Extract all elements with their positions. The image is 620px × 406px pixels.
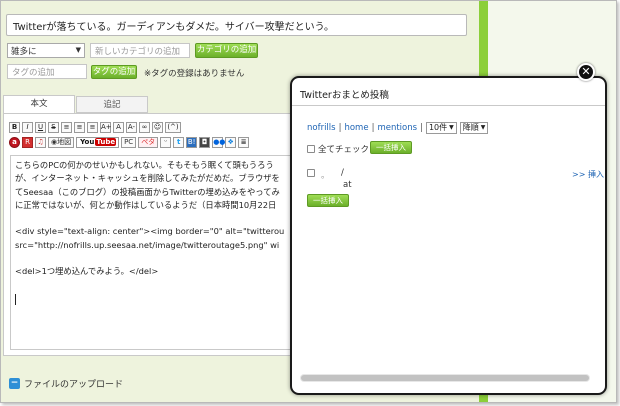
check-all-control[interactable]: 全てチェック (307, 143, 369, 155)
twitter-icon[interactable]: t (173, 137, 185, 148)
add-category-button[interactable]: カテゴリの追加 (195, 43, 258, 58)
text-line: が、インターネット・キャッシュを削除してみたがだめだ。ブラウザを (15, 173, 280, 184)
format-toolbar: B I U S ≡ ≡ ≡ A+ A A- ∞ ☺ (^) (9, 122, 181, 133)
order-selected-value: 降順 (462, 123, 479, 132)
map-button[interactable]: ◉地図 (48, 137, 75, 148)
filter-link-mentions[interactable]: mentions (377, 123, 417, 133)
text-line: src="http://nofrills.up.seesaa.net/image… (15, 239, 280, 250)
align-right-button[interactable]: ≡ (87, 122, 98, 133)
twitter-digest-dialog: Twitterおまとめ投稿 nofrills | home | mentions… (290, 76, 607, 395)
count-selected-value: 10件 (428, 123, 448, 132)
text-line: に正常ではないが、何とか動作はしているようだ（日本時間10月22日 (15, 199, 277, 210)
text-line: こちらのPCの何かのせいかもしれない。そもそもう眠くて頭もうろう (15, 160, 274, 170)
tweet-text: 。 (321, 171, 330, 181)
strikethrough-button[interactable]: S (48, 122, 59, 133)
tab-more[interactable]: 追記 (76, 96, 148, 113)
minus-icon: − (9, 378, 20, 389)
chevron-down-icon: ▼ (75, 46, 81, 54)
chevron-down-icon: ▼ (449, 124, 454, 131)
separator: | (371, 123, 375, 133)
dialog-title: Twitterおまとめ投稿 (300, 90, 389, 101)
font-smaller-button[interactable]: A- (126, 122, 137, 133)
italic-button[interactable]: I (22, 122, 33, 133)
new-category-input[interactable]: 新しいカテゴリの追加 (90, 43, 190, 58)
category-selected-value: 雑多に (11, 47, 37, 57)
emoji-icon[interactable]: ☺ (152, 122, 163, 133)
youtube-label-b: Tube (95, 138, 117, 146)
separator: | (338, 123, 342, 133)
align-left-button[interactable]: ≡ (61, 122, 72, 133)
scrollbar-thumb[interactable] (301, 375, 589, 381)
tab-body[interactable]: 本文 (3, 95, 75, 113)
font-color-button[interactable]: A (113, 122, 124, 133)
text-line: <del>1つ埋め込んでみよう。</del> (15, 266, 159, 277)
file-upload-toggle[interactable]: − ファイルのアップロード (9, 377, 123, 390)
chevron-down-icon: ▼ (480, 124, 486, 131)
insert-toolbar: a R ♫ ◉地図 You Tube PC ペタ ᵕ t B! ◘ ●● ❖ ≣ (9, 137, 250, 148)
separator: | (420, 123, 423, 133)
count-select[interactable]: 10件 ▼ (425, 122, 457, 134)
align-center-button[interactable]: ≡ (74, 122, 85, 133)
timeline-filters: nofrills | home | mentions | 10件 ▼ 降順 ▼ (307, 122, 489, 134)
category-select[interactable]: 雑多に ▼ (7, 43, 85, 58)
filter-link-nofrills[interactable]: nofrills (307, 123, 336, 133)
text-caret (15, 293, 16, 305)
amazon-icon[interactable]: a (9, 137, 20, 148)
add-tag-button[interactable]: タグの追加 (91, 65, 137, 79)
peta-icon[interactable]: ペタ (138, 137, 159, 148)
dialog-divider (292, 105, 605, 106)
title-input[interactable]: Twitterが落ちている。ガーディアンもダメだ。サイバー攻撃だという。 (6, 14, 467, 36)
music-icon[interactable]: ♫ (35, 137, 46, 148)
body-textarea[interactable]: こちらのPCの何かのせいかもしれない。そもそもう眠くて頭もうろう が、インターネ… (10, 155, 300, 350)
close-icon[interactable]: ✕ (577, 63, 595, 81)
tweet-separator: / (341, 168, 344, 178)
instagram-icon[interactable]: ◘ (199, 137, 211, 148)
hatena-icon[interactable]: B! (186, 137, 198, 148)
youtube-icon[interactable]: You Tube (76, 137, 120, 148)
list-icon[interactable]: ≣ (238, 137, 250, 148)
tweet-insert-link[interactable]: >> 挿入 (572, 169, 604, 180)
check-all-label: 全てチェック (318, 145, 370, 155)
tweet-timestamp: at (343, 180, 352, 190)
order-select[interactable]: 降順 ▼ (459, 122, 489, 134)
kaomoji-icon[interactable]: (^) (165, 122, 181, 133)
font-larger-button[interactable]: A+ (100, 122, 112, 133)
horizontal-scrollbar[interactable] (300, 374, 590, 382)
file-upload-label: ファイルのアップロード (24, 380, 124, 390)
link-icon[interactable]: ∞ (139, 122, 150, 133)
dropbox-icon[interactable]: ❖ (225, 137, 237, 148)
pc-icon[interactable]: PC (121, 137, 137, 148)
flickr-icon[interactable]: ●● (212, 137, 225, 148)
text-line: <div style="text-align: center"><img bor… (15, 226, 285, 237)
bulk-insert-button-top[interactable]: 一括挿入 (370, 141, 412, 154)
tag-input[interactable]: タグの追加 (7, 64, 87, 79)
youtube-label-a: You (80, 138, 95, 146)
filter-link-home[interactable]: home (344, 123, 368, 133)
smile-icon[interactable]: ᵕ (160, 137, 172, 148)
tag-note: ※タグの登録はありません (144, 69, 245, 79)
rakuten-icon[interactable]: R (22, 137, 33, 148)
tweet-checkbox[interactable] (307, 169, 315, 177)
map-label: 地図 (57, 138, 72, 146)
underline-button[interactable]: U (35, 122, 46, 133)
bulk-insert-button-bottom[interactable]: 一括挿入 (307, 194, 349, 207)
check-all-checkbox[interactable] (307, 145, 315, 153)
bold-button[interactable]: B (9, 122, 20, 133)
text-line: てSeesaa（このブログ）の投稿画面からTwitterの埋め込みをやってみ (15, 186, 280, 197)
